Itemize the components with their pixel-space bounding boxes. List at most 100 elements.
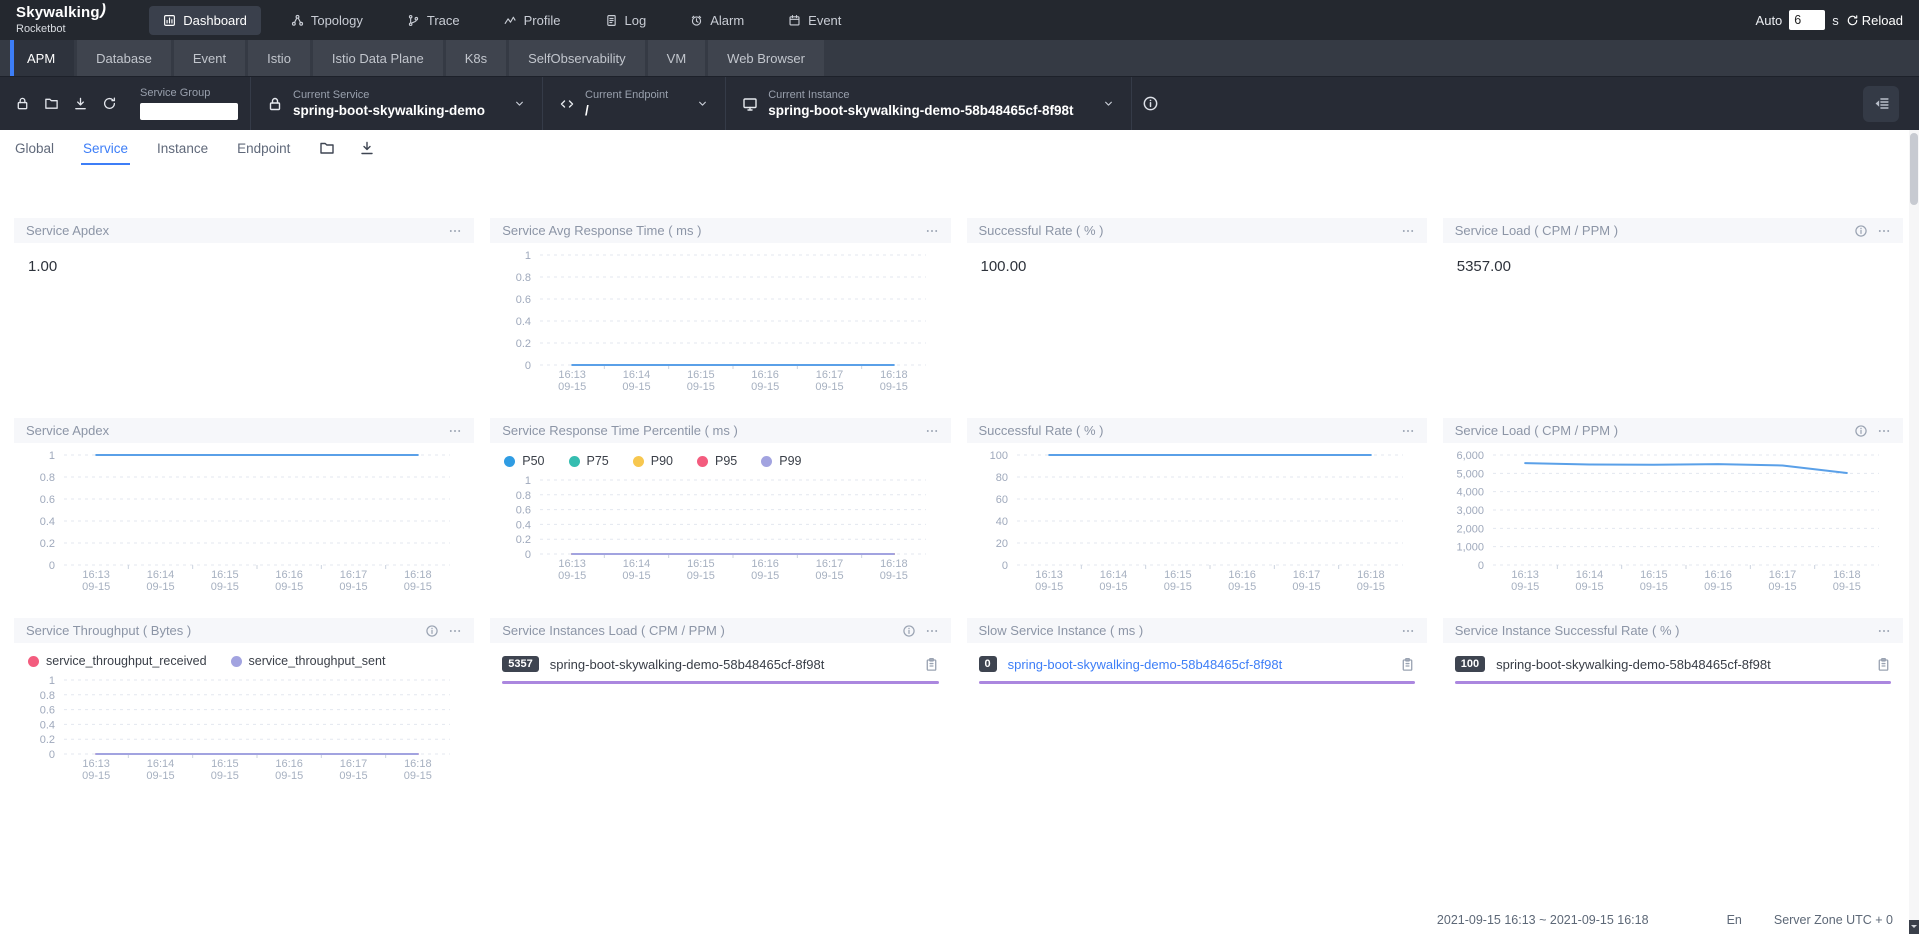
scrollbar-thumb[interactable] — [1910, 133, 1918, 205]
workspace-tab-web-browser[interactable]: Web Browser — [708, 40, 824, 76]
panel-menu-icon[interactable] — [448, 624, 462, 638]
svg-text:09-15: 09-15 — [558, 381, 586, 393]
instance-name-link[interactable]: spring-boot-skywalking-demo-58b48465cf-8… — [1008, 657, 1283, 672]
panel-menu-icon[interactable] — [448, 224, 462, 238]
instance-name-link[interactable]: spring-boot-skywalking-demo-58b48465cf-8… — [1496, 657, 1771, 672]
copy-icon[interactable] — [1876, 657, 1891, 672]
workspace-tab-k8s[interactable]: K8s — [446, 40, 506, 76]
workspace-tab-selfobservability[interactable]: SelfObservability — [509, 40, 645, 76]
panel-menu-icon[interactable] — [925, 624, 939, 638]
svg-text:09-15: 09-15 — [404, 581, 432, 593]
panel-menu-icon[interactable] — [925, 224, 939, 238]
service-group-field: Service Group — [140, 87, 238, 120]
selector-current-service[interactable]: Current Servicespring-boot-skywalking-de… — [251, 89, 542, 118]
info-icon[interactable] — [1854, 424, 1868, 438]
selector-current-endpoint[interactable]: Current Endpoint/ — [543, 89, 725, 118]
panel-title: Service Avg Response Time ( ms ) — [502, 223, 701, 238]
skywalking-logo[interactable]: Skywalking) Rocketbot — [16, 5, 105, 35]
selector-current-instance[interactable]: Current Instancespring-boot-skywalking-d… — [726, 89, 1130, 118]
legend-item-service-throughput-received[interactable]: service_throughput_received — [28, 654, 207, 668]
info-icon[interactable] — [1136, 89, 1166, 119]
language-toggle[interactable]: En — [1727, 913, 1742, 927]
vertical-scrollbar[interactable] — [1909, 130, 1919, 934]
info-icon[interactable] — [425, 624, 439, 638]
copy-icon[interactable] — [1400, 657, 1415, 672]
svg-text:0.4: 0.4 — [516, 316, 531, 328]
nav-item-profile[interactable]: Profile — [490, 6, 575, 35]
svg-text:0.4: 0.4 — [516, 519, 531, 531]
panel-title: Service Response Time Percentile ( ms ) — [502, 423, 738, 438]
export-icon[interactable] — [359, 140, 375, 156]
legend-dot-icon — [504, 456, 515, 467]
nav-item-topology[interactable]: Topology — [277, 6, 377, 35]
legend-label: P90 — [651, 454, 673, 468]
lock-icon[interactable] — [8, 89, 37, 118]
svg-text:0: 0 — [1001, 560, 1007, 572]
service-group-input[interactable] — [140, 103, 238, 120]
folder-icon[interactable] — [37, 89, 66, 118]
workspace-tab-vm[interactable]: VM — [648, 40, 706, 76]
tab-endpoint[interactable]: Endpoint — [237, 131, 290, 165]
auto-interval-input[interactable] — [1789, 10, 1825, 30]
legend-item-p99[interactable]: P99 — [761, 454, 801, 468]
svg-text:16:14: 16:14 — [623, 369, 651, 381]
legend-dot-icon — [28, 656, 39, 667]
legend-item-p50[interactable]: P50 — [504, 454, 544, 468]
copy-icon[interactable] — [924, 657, 939, 672]
panel-menu-icon[interactable] — [448, 424, 462, 438]
workspace-tab-istio[interactable]: Istio — [248, 40, 310, 76]
svg-text:16:17: 16:17 — [340, 758, 368, 770]
panel-header-icons — [448, 424, 462, 438]
workspace-tab-istio-data-plane[interactable]: Istio Data Plane — [313, 40, 443, 76]
tab-service[interactable]: Service — [83, 131, 128, 165]
server-zone[interactable]: Server Zone UTC + 0 — [1774, 913, 1893, 927]
panel-menu-icon[interactable] — [1877, 224, 1891, 238]
svg-text:16:14: 16:14 — [1099, 569, 1127, 581]
legend-item-p75[interactable]: P75 — [569, 454, 609, 468]
refresh-icon[interactable] — [95, 89, 124, 118]
info-icon[interactable] — [902, 624, 916, 638]
svg-text:0: 0 — [525, 549, 531, 561]
svg-text:40: 40 — [995, 516, 1007, 528]
nav-item-event[interactable]: Event — [774, 6, 855, 35]
info-icon[interactable] — [1854, 224, 1868, 238]
nav-item-trace[interactable]: Trace — [393, 6, 474, 35]
export-icon[interactable] — [66, 89, 95, 118]
legend-item-service-throughput-sent[interactable]: service_throughput_sent — [231, 654, 386, 668]
time-range[interactable]: 2021-09-15 16:13 ~ 2021-09-15 16:18 — [1437, 913, 1649, 927]
panel-header-icons — [1401, 224, 1415, 238]
tab-global[interactable]: Global — [15, 131, 54, 165]
nav-item-dashboard[interactable]: Dashboard — [149, 6, 261, 35]
collapse-panel-button[interactable] — [1863, 86, 1899, 122]
legend-dot-icon — [231, 656, 242, 667]
workspace-tab-event[interactable]: Event — [174, 40, 245, 76]
panel-menu-icon[interactable] — [1401, 624, 1415, 638]
legend-item-p90[interactable]: P90 — [633, 454, 673, 468]
workspace-tab-database[interactable]: Database — [77, 40, 171, 76]
scrollbar-down-button[interactable] — [1909, 920, 1919, 934]
panel-menu-icon[interactable] — [1401, 224, 1415, 238]
panel-service-load-cpm-ppm: Service Load ( CPM / PPM )5357.00 — [1443, 218, 1903, 404]
view-tabs: Global Service Instance Endpoint — [0, 130, 1919, 166]
instance-name-link[interactable]: spring-boot-skywalking-demo-58b48465cf-8… — [550, 657, 825, 672]
panel-menu-icon[interactable] — [925, 424, 939, 438]
svg-text:16:13: 16:13 — [1511, 569, 1539, 581]
seconds-label: s — [1832, 13, 1839, 28]
panel-service-avg-response-time-ms: Service Avg Response Time ( ms )00.20.40… — [490, 218, 950, 404]
panel-menu-icon[interactable] — [1877, 624, 1891, 638]
folder-icon[interactable] — [319, 140, 335, 156]
reload-button[interactable]: Reload — [1846, 13, 1903, 28]
panel-menu-icon[interactable] — [1401, 424, 1415, 438]
panel-menu-icon[interactable] — [1877, 424, 1891, 438]
svg-text:16:18: 16:18 — [1833, 569, 1861, 581]
workspace-tab-apm[interactable]: APM — [10, 40, 74, 76]
chart-area: 00.20.40.60.8116:1309-1516:1409-1516:150… — [14, 668, 474, 786]
selector-label: Current Instance — [768, 89, 1073, 101]
main-nav: Dashboard Topology Trace Profile Log Alarm Eve… — [149, 6, 871, 35]
nav-item-alarm[interactable]: Alarm — [676, 6, 758, 35]
nav-item-log[interactable]: Log — [591, 6, 661, 35]
legend-item-p95[interactable]: P95 — [697, 454, 737, 468]
selector-value: / — [585, 103, 668, 118]
tab-instance[interactable]: Instance — [157, 131, 208, 165]
nav-item-label: Profile — [524, 13, 561, 28]
